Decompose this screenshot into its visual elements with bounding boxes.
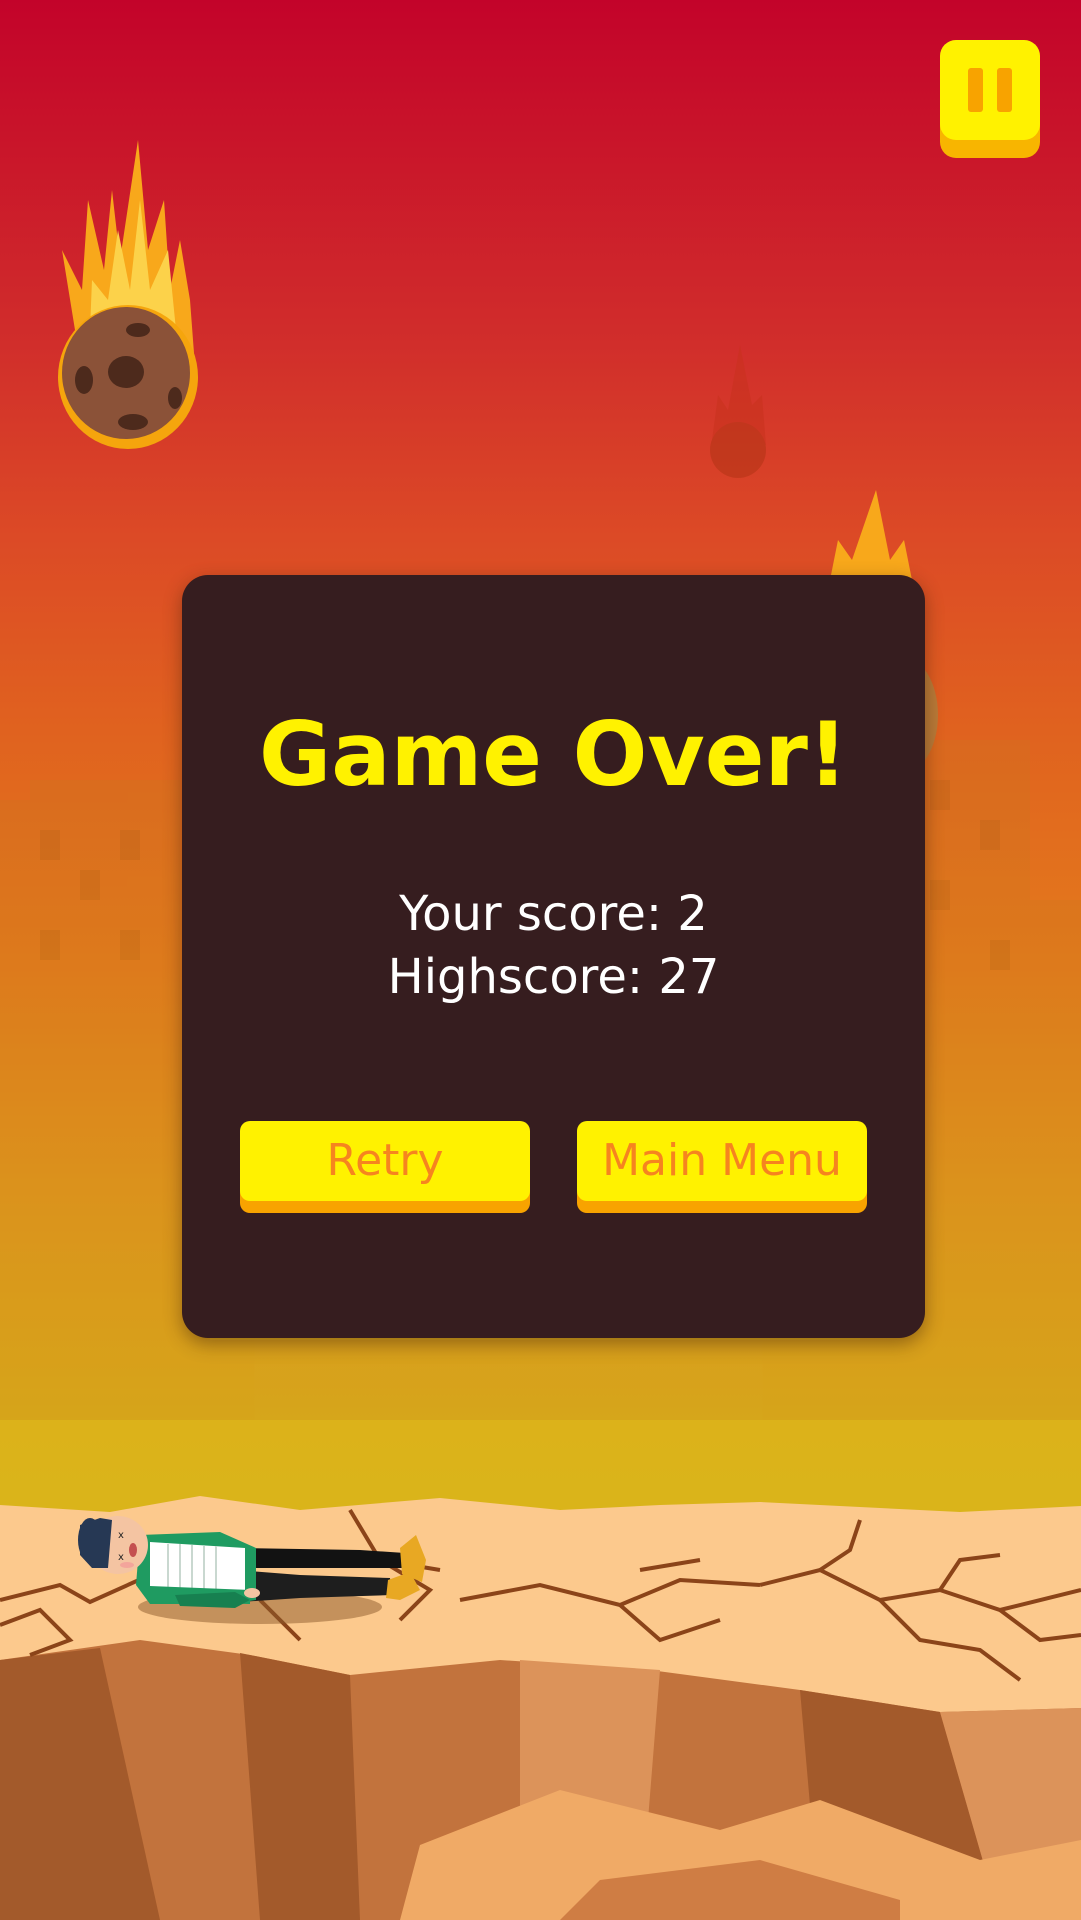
game-over-panel: Game Over! Your score: 2 Highscore: 27 R… [182, 575, 925, 1338]
pause-button[interactable] [940, 40, 1040, 158]
pause-icon [940, 40, 1040, 140]
distant-meteor [710, 345, 766, 478]
svg-text:x: x [118, 1552, 124, 1563]
meteor [58, 140, 198, 449]
game-screen: x x Game Over! Your score: 2 Highscore: … [0, 0, 1081, 1920]
main-menu-button-label: Main Menu [602, 1135, 842, 1186]
game-over-title: Game Over! [258, 703, 848, 806]
svg-text:x: x [118, 1530, 124, 1541]
main-menu-button[interactable]: Main Menu [577, 1121, 867, 1213]
retry-button-label: Retry [326, 1135, 444, 1186]
retry-button[interactable]: Retry [240, 1121, 530, 1213]
score-text: Your score: 2 [399, 886, 708, 942]
highscore-text: Highscore: 27 [387, 949, 720, 1005]
